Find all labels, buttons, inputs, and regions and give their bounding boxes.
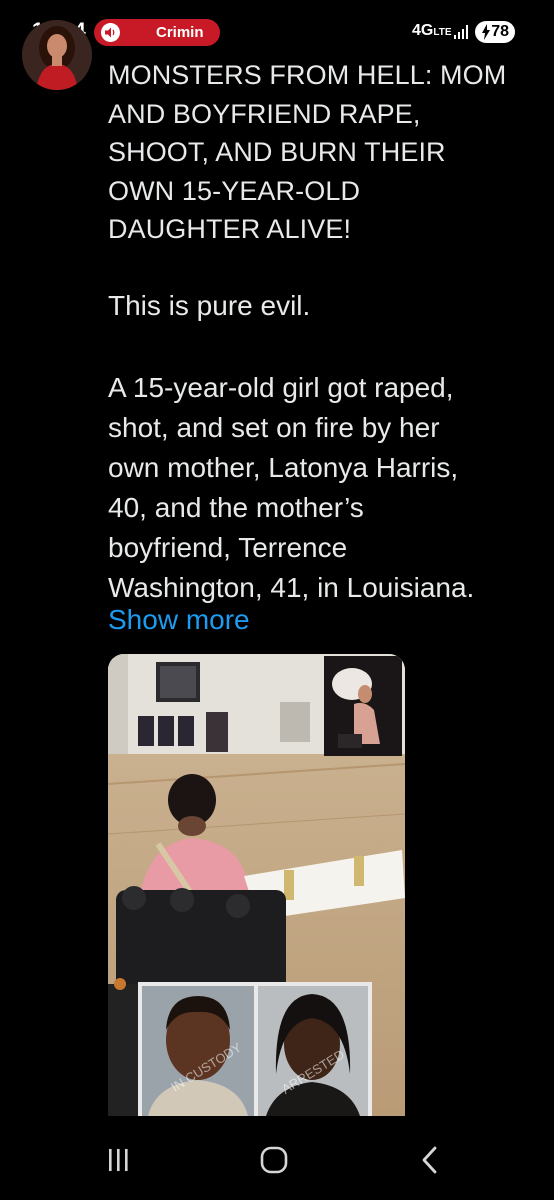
tweet-paragraph-2: A 15-year-old girl got raped, shot, and … <box>108 368 548 608</box>
tweet-headline-line: MONSTERS FROM HELL: MOM <box>108 60 507 90</box>
tweet-headline-line: AND BOYFRIEND RAPE, <box>108 98 421 129</box>
notification-pill[interactable]: Crimin <box>94 19 220 46</box>
tweet-paragraph-line: Washington, 41, in Louisiana. <box>108 572 475 603</box>
network-indicator: 4GLTE <box>412 22 452 40</box>
network-suffix: LTE <box>433 27 452 38</box>
tweet-media[interactable]: IN CUSTODY ARRESTED <box>108 654 405 1116</box>
bolt-icon <box>482 24 490 40</box>
avatar[interactable] <box>22 20 92 90</box>
network-type: 4G <box>412 22 434 39</box>
signal-icon <box>454 25 468 39</box>
tweet-body: MONSTERS FROM HELL: MOM AND BOYFRIEND RA… <box>108 56 538 249</box>
tweet-paragraph-line: own mother, Latonya Harris, <box>108 452 459 483</box>
tweet-paragraph-line: shot, and set on fire by her <box>108 412 440 443</box>
tweet-paragraph-line: A 15-year-old girl got raped, <box>108 372 454 403</box>
show-more-link[interactable]: Show more <box>108 604 250 636</box>
tweet-paragraph-line: boyfriend, Terrence <box>108 532 348 563</box>
home-icon[interactable] <box>258 1144 290 1176</box>
tweet-headline-line: DAUGHTER ALIVE! <box>108 214 352 244</box>
recents-icon[interactable] <box>104 1144 134 1174</box>
tweet-paragraph-1: This is pure evil. <box>108 290 311 321</box>
battery-level: 78 <box>491 23 509 40</box>
media-image: IN CUSTODY ARRESTED <box>108 654 405 1116</box>
back-icon[interactable] <box>418 1144 442 1176</box>
tweet-paragraph-line: 40, and the mother’s <box>108 492 364 523</box>
tweet-headline-line: OWN 15-YEAR-OLD <box>108 175 361 206</box>
speaker-icon <box>101 23 120 42</box>
battery-indicator: 78 <box>475 21 515 43</box>
notification-label: Crimin <box>156 24 204 41</box>
tweet-headline-line: SHOOT, AND BURN THEIR <box>108 137 446 167</box>
